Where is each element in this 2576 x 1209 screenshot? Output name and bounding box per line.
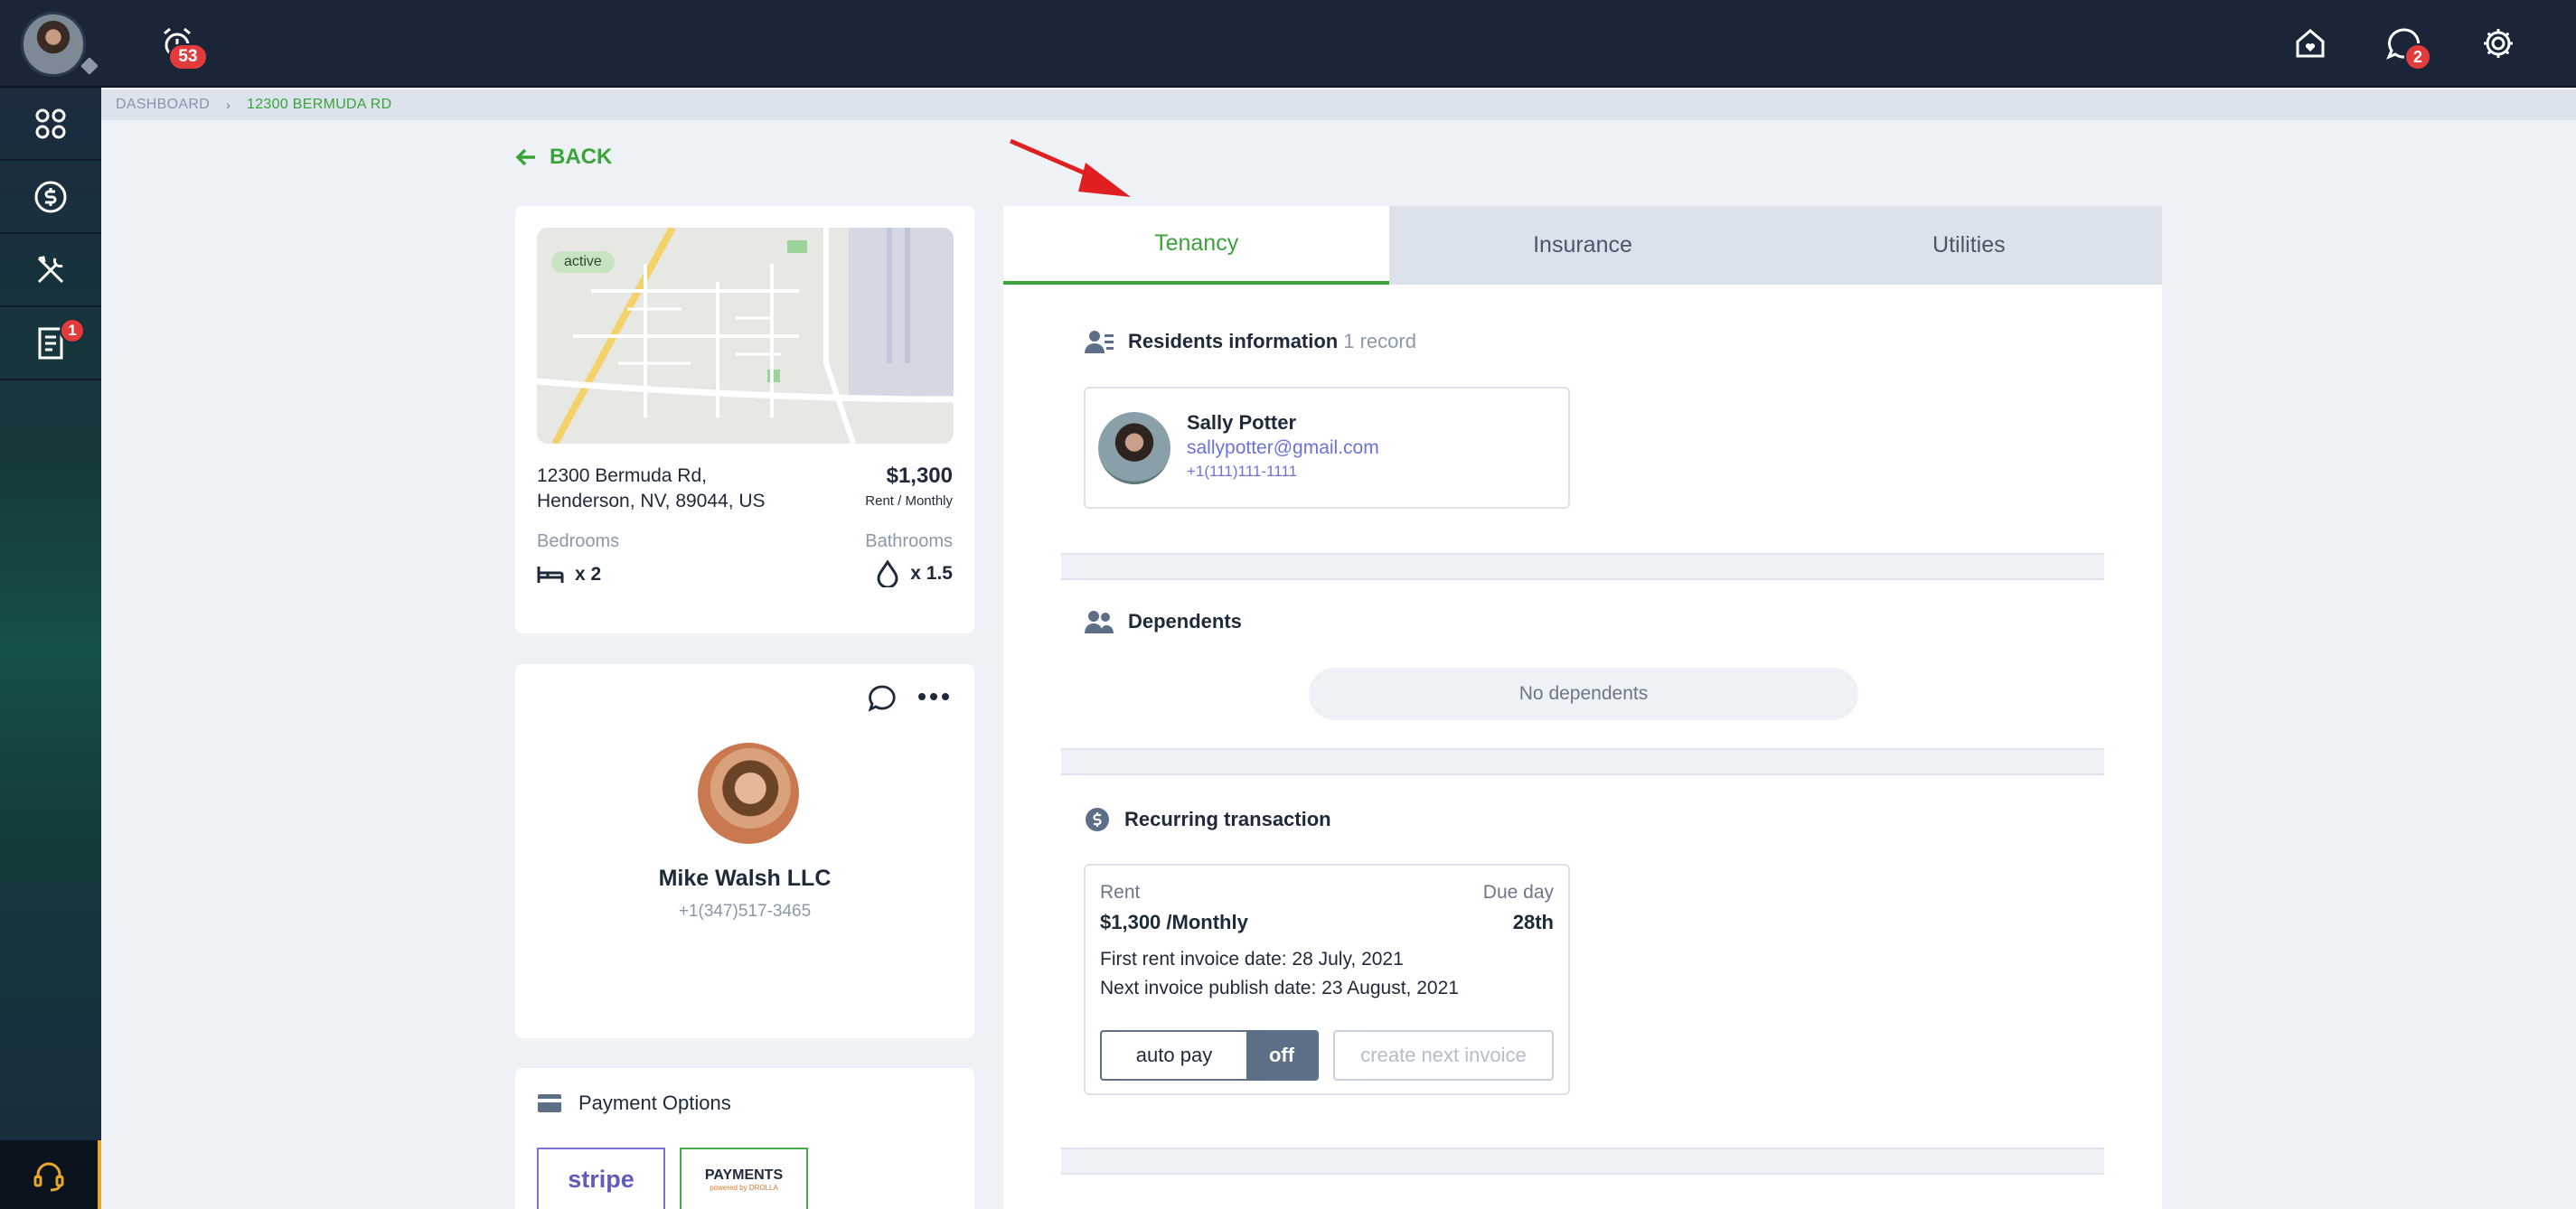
recurring-title: Recurring transaction — [1124, 808, 1331, 830]
sidebar-item-payments[interactable] — [0, 161, 101, 234]
pin-icon — [80, 57, 99, 75]
payments-sub: powered by DROLLA — [710, 1183, 778, 1192]
more-options-button[interactable] — [918, 693, 949, 700]
chat-button[interactable] — [868, 684, 897, 713]
bedrooms: x 2 — [537, 564, 601, 586]
section-divider — [1061, 1148, 2104, 1175]
home-button[interactable] — [2292, 25, 2328, 61]
bedrooms-label: Bedrooms — [537, 531, 620, 551]
alarm-button[interactable]: 53 — [159, 25, 208, 70]
sidebar-item-maintenance[interactable] — [0, 234, 101, 307]
owner-name: Mike Walsh LLC — [658, 866, 832, 891]
documents-count-badge: 1 — [60, 318, 85, 343]
chat-bubble-icon — [868, 685, 896, 712]
owner-phone: +1(347)517-3465 — [678, 902, 812, 921]
alarm-count-badge: 53 — [168, 43, 208, 70]
first-invoice-date: First rent invoice date: 28 July, 2021 — [1100, 949, 1404, 970]
breadcrumb: DASHBOARD › 12300 BERMUDA RD — [101, 89, 2576, 120]
residents-title: Residents information — [1128, 330, 1339, 352]
support-button[interactable] — [0, 1140, 101, 1209]
tab-insurance[interactable]: Insurance — [1389, 206, 1776, 285]
tab-tenancy[interactable]: Tenancy — [1003, 206, 1390, 285]
grid-icon — [35, 108, 66, 138]
credit-card-icon — [538, 1094, 561, 1112]
back-label: BACK — [550, 145, 613, 169]
recurring-card: Rent Due day $1,300 /Monthly 28th First … — [1084, 864, 1570, 1095]
owner-card: Mike Walsh LLC +1(347)517-3465 — [515, 664, 974, 1038]
create-next-invoice-button[interactable]: create next invoice — [1333, 1030, 1554, 1081]
rent-amount: $1,300 /Monthly — [1100, 911, 1248, 933]
gear-icon — [2484, 29, 2513, 58]
sidebar-item-documents[interactable]: 1 — [0, 307, 101, 380]
breadcrumb-current: 12300 BERMUDA RD — [247, 97, 392, 112]
dependents-section-title: Dependents — [1085, 610, 1242, 633]
tab-utilities[interactable]: Utilities — [1775, 206, 2162, 285]
address-line2: Henderson, NV, 89044, US — [537, 491, 766, 511]
water-drop-icon — [877, 560, 898, 587]
auto-pay-label: auto pay — [1135, 1044, 1213, 1066]
top-bar: 53 2 — [0, 0, 2576, 88]
headset-icon — [33, 1162, 64, 1192]
status-badge: active — [551, 251, 615, 273]
no-dependents: No dependents — [1309, 668, 1858, 720]
due-day-value: 28th — [1512, 911, 1554, 933]
tab-bar: Tenancy Insurance Utilities — [1003, 206, 2162, 285]
resident-email[interactable]: sallypotter@gmail.com — [1187, 437, 1379, 459]
messages-count-badge: 2 — [2404, 43, 2431, 70]
messages-button[interactable]: 2 — [2384, 25, 2431, 70]
resident-name: Sally Potter — [1187, 411, 1297, 434]
payment-options-title: Payment Options — [578, 1092, 731, 1114]
owner-avatar — [698, 743, 799, 844]
more-dots-icon — [918, 693, 949, 700]
section-divider — [1061, 748, 2104, 775]
home-heart-icon — [2296, 29, 2325, 58]
dollar-circle-icon — [1086, 808, 1109, 831]
auto-pay-state: off — [1246, 1032, 1317, 1079]
bed-icon — [537, 567, 564, 583]
property-map[interactable]: active — [537, 228, 954, 444]
rent-price: $1,300 — [886, 464, 953, 488]
payments-logo: PAYMENTS — [704, 1167, 784, 1183]
bedrooms-value: x 2 — [575, 564, 602, 585]
bathrooms: x 1.5 — [876, 560, 953, 587]
recurring-section-title: Recurring transaction — [1085, 807, 1331, 832]
address-line1: 12300 Bermuda Rd, — [537, 465, 707, 486]
user-list-icon — [1085, 331, 1114, 353]
rent-period: Rent / Monthly — [865, 493, 953, 509]
settings-button[interactable] — [2480, 25, 2516, 61]
payments-option[interactable]: PAYMENTS powered by DROLLA — [680, 1148, 808, 1209]
property-card: active 12300 Bermuda Rd, Henderson, NV, … — [515, 206, 974, 633]
bathrooms-label: Bathrooms — [865, 531, 953, 551]
next-invoice-date: Next invoice publish date: 23 August, 20… — [1100, 978, 1459, 998]
stripe-option[interactable]: stripe — [537, 1148, 665, 1209]
arrow-left-icon — [515, 148, 535, 166]
dependents-title: Dependents — [1128, 610, 1242, 633]
users-icon — [1085, 611, 1114, 633]
breadcrumb-dashboard[interactable]: DASHBOARD — [116, 97, 210, 113]
payment-options-card: Payment Options stripe PAYMENTS powered … — [515, 1068, 974, 1209]
tenancy-panel: Residents information 1 record Sally Pot… — [1003, 285, 2162, 1209]
tools-icon — [37, 255, 64, 283]
resident-card[interactable]: Sally Potter sallypotter@gmail.com +1(11… — [1084, 387, 1570, 509]
annotation-arrow-icon — [1010, 138, 1131, 197]
residents-count: 1 record — [1343, 330, 1416, 352]
resident-phone[interactable]: +1(111)111-1111 — [1187, 463, 1297, 481]
rent-label: Rent — [1100, 882, 1141, 903]
bathrooms-value: x 1.5 — [910, 563, 953, 584]
payment-header: Payment Options — [537, 1092, 731, 1115]
chevron-right-icon: › — [226, 98, 231, 112]
auto-pay-toggle[interactable]: auto pay off — [1100, 1030, 1319, 1081]
section-divider — [1061, 553, 2104, 580]
sidebar-item-dashboard[interactable] — [0, 88, 101, 161]
resident-avatar — [1098, 412, 1170, 484]
sidebar: 1 — [0, 88, 101, 1209]
user-avatar[interactable] — [21, 12, 86, 77]
dollar-circle-icon — [34, 181, 67, 212]
due-day-label: Due day — [1482, 882, 1554, 903]
back-button[interactable]: BACK — [515, 145, 612, 170]
residents-section-title: Residents information 1 record — [1085, 329, 1416, 354]
stripe-logo: stripe — [568, 1165, 635, 1193]
